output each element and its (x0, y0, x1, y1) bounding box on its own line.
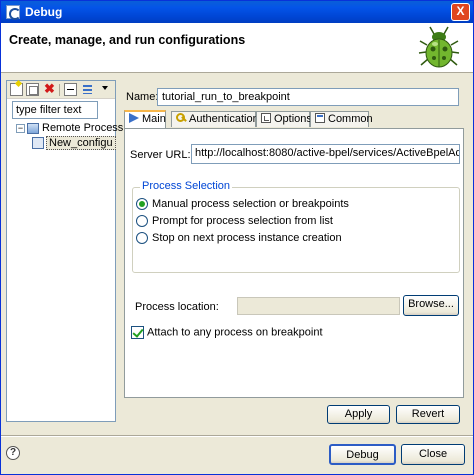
options-icon (261, 113, 271, 123)
attach-checkbox[interactable] (131, 326, 144, 339)
collapse-all-icon[interactable] (64, 83, 77, 96)
title-bar: Debug X (1, 1, 473, 23)
bug-icon (418, 26, 460, 68)
tab-label: Common (328, 113, 373, 125)
tab-label: Main (142, 113, 166, 125)
key-icon (176, 113, 186, 123)
radio-prompt-selection[interactable]: Prompt for process selection from list (136, 215, 333, 229)
main-tab-icon (129, 113, 139, 123)
tab-label: Options (274, 113, 312, 125)
radio-button[interactable] (136, 198, 148, 211)
window-title: Debug (25, 5, 63, 19)
tab-authentication[interactable]: Authentication (171, 111, 259, 127)
config-name-input[interactable] (157, 88, 459, 106)
new-config-icon[interactable] (10, 83, 23, 96)
toolbar-separator (59, 84, 60, 96)
configuration-editor: Name: Main Authentication Options Common… (119, 80, 468, 427)
tree-item-label: Remote Process (42, 122, 124, 135)
radio-button[interactable] (136, 232, 148, 245)
debug-dialog: Debug X Create, manage, and run configur… (0, 0, 474, 475)
attach-checkbox-row[interactable]: Attach to any process on breakpoint (131, 326, 323, 339)
revert-button[interactable]: Revert (396, 405, 460, 424)
radio-label: Stop on next process instance creation (152, 232, 342, 245)
footer-separator (1, 435, 473, 437)
process-location-input (237, 297, 400, 315)
tab-label: Authentication (189, 113, 259, 125)
tab-options[interactable]: Options (256, 111, 312, 127)
filter-input[interactable] (12, 101, 98, 119)
filter-dropdown-icon[interactable] (102, 86, 108, 90)
name-label: Name: (126, 91, 159, 103)
debug-button[interactable]: Debug (329, 444, 396, 465)
tab-main[interactable]: Main (124, 110, 166, 128)
radio-stop-on-next[interactable]: Stop on next process instance creation (136, 232, 342, 246)
filter-icon[interactable] (82, 83, 95, 96)
tab-common[interactable]: Common (310, 111, 373, 127)
dialog-header: Create, manage, and run configurations (1, 23, 473, 73)
process-selection-legend: Process Selection (140, 180, 233, 192)
collapse-expander-icon[interactable]: − (16, 123, 25, 133)
radio-label: Prompt for process selection from list (152, 215, 333, 228)
radio-button[interactable] (136, 215, 148, 228)
apply-button[interactable]: Apply (327, 405, 390, 424)
help-icon[interactable]: ? (6, 446, 20, 460)
radio-label: Manual process selection or breakpoints (152, 198, 349, 211)
radio-manual-selection[interactable]: Manual process selection or breakpoints (136, 198, 349, 212)
header-title: Create, manage, and run configurations (9, 33, 246, 47)
tree-item-label: New_configu (46, 136, 116, 151)
tree-item-remote-process[interactable]: − Remote Process (16, 122, 123, 136)
delete-icon[interactable]: ✖ (43, 82, 56, 96)
launch-config-icon (32, 137, 44, 150)
process-selection-group: Process Selection Manual process selecti… (132, 180, 460, 273)
server-url-label: Server URL: (130, 149, 191, 161)
duplicate-icon[interactable] (26, 83, 39, 96)
attach-label: Attach to any process on breakpoint (147, 326, 323, 339)
common-icon (315, 113, 325, 123)
main-tab-content: Server URL: http://localhost:8080/active… (124, 128, 464, 398)
server-url-input[interactable]: http://localhost:8080/active-bpel/servic… (191, 144, 460, 164)
window-close-button[interactable]: X (451, 3, 470, 21)
remote-process-icon (27, 122, 39, 134)
eclipse-app-icon (6, 5, 21, 20)
process-location-label: Process location: (135, 301, 219, 313)
tree-item-new-configuration[interactable]: New_configu (32, 136, 116, 151)
tree-toolbar: ✖ (7, 81, 115, 99)
close-button[interactable]: Close (401, 444, 465, 465)
configuration-tree-panel: ✖ − Remote Process New_configu (6, 80, 123, 422)
browse-button[interactable]: Browse... (403, 295, 459, 316)
